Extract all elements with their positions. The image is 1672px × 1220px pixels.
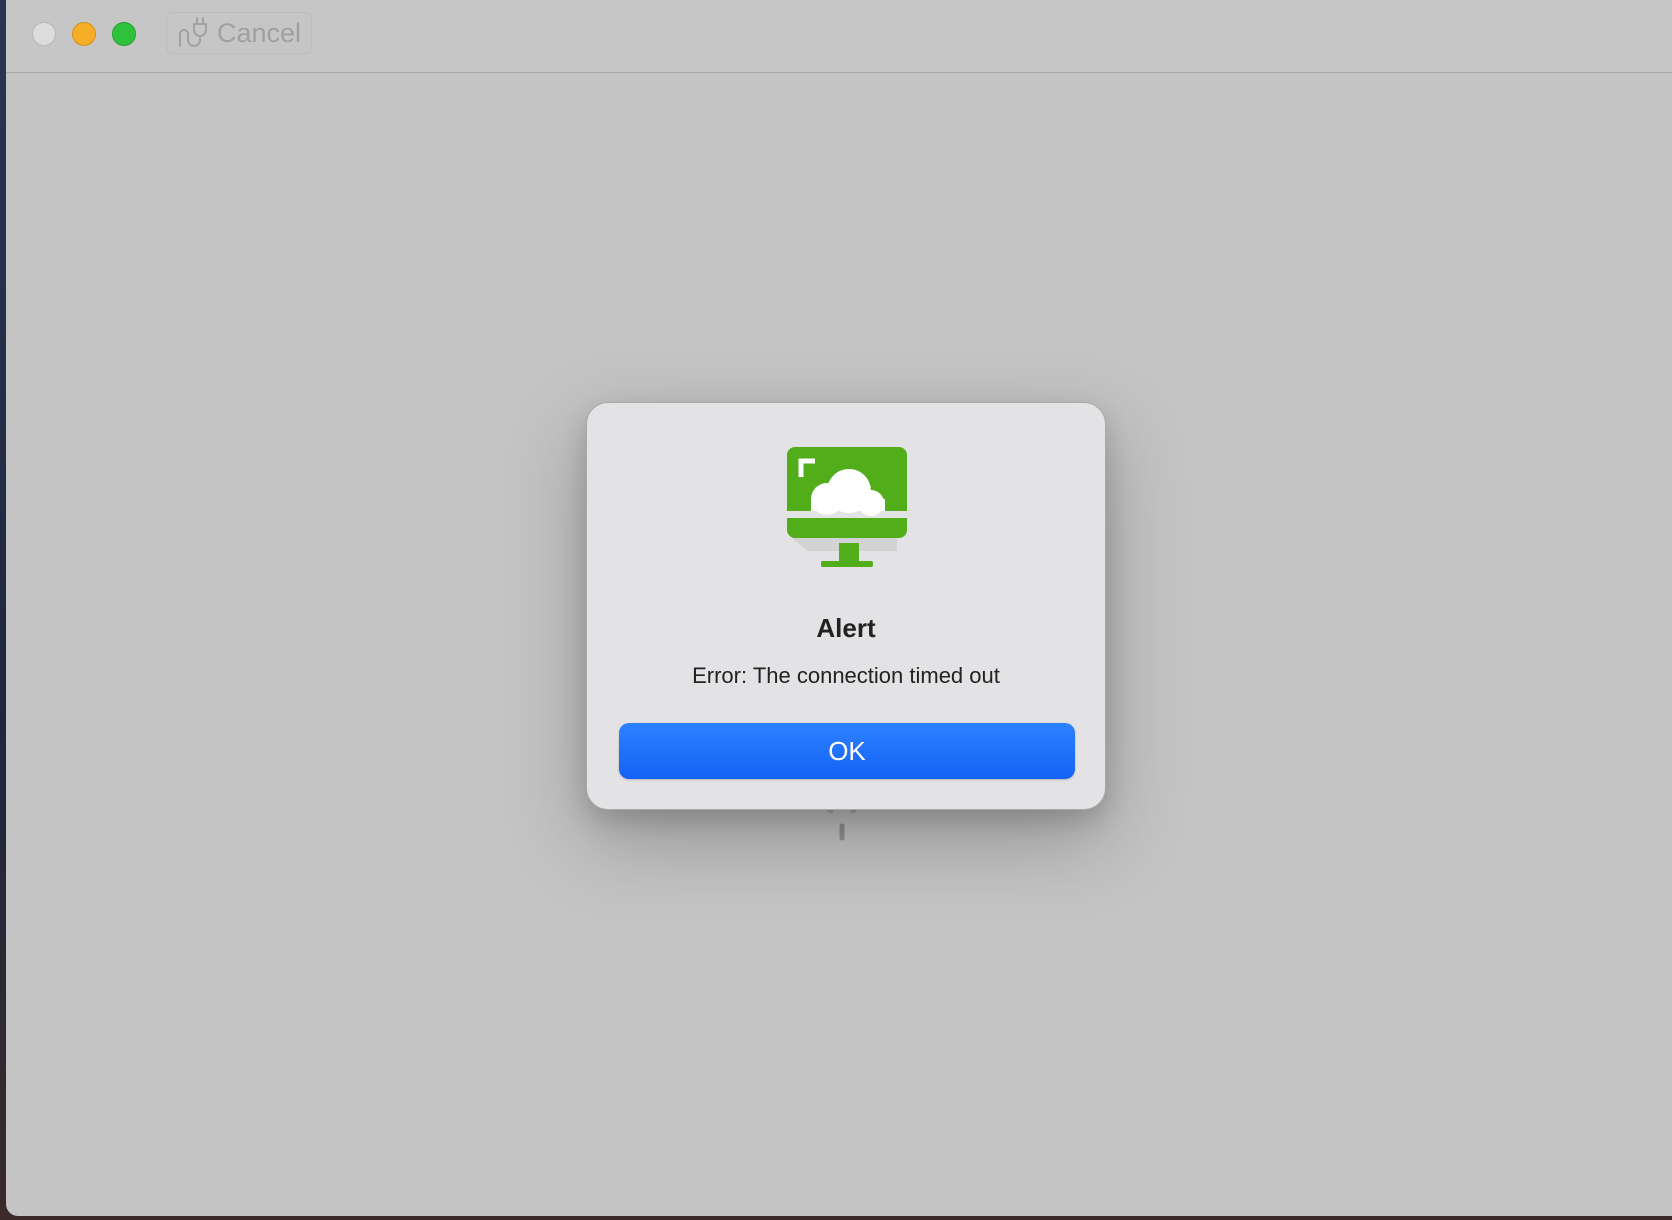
- app-window: Cancel Alert Error: The connection timed…: [6, 0, 1672, 1216]
- cancel-label: Cancel: [217, 17, 302, 48]
- ok-button[interactable]: OK: [619, 723, 1075, 779]
- zoom-window-button[interactable]: [112, 22, 136, 46]
- plug-disconnect-icon: [179, 17, 207, 47]
- alert-message: Error: The connection timed out: [692, 663, 1000, 688]
- titlebar: Cancel: [6, 0, 1672, 73]
- alert-title: Alert: [816, 613, 876, 643]
- cancel-button[interactable]: Cancel: [166, 12, 312, 54]
- alert-dialog: Alert Error: The connection timed out OK: [586, 402, 1106, 810]
- minimize-window-button[interactable]: [72, 22, 96, 46]
- close-window-button[interactable]: [32, 22, 56, 46]
- remote-desktop-cloud-icon: [787, 447, 907, 567]
